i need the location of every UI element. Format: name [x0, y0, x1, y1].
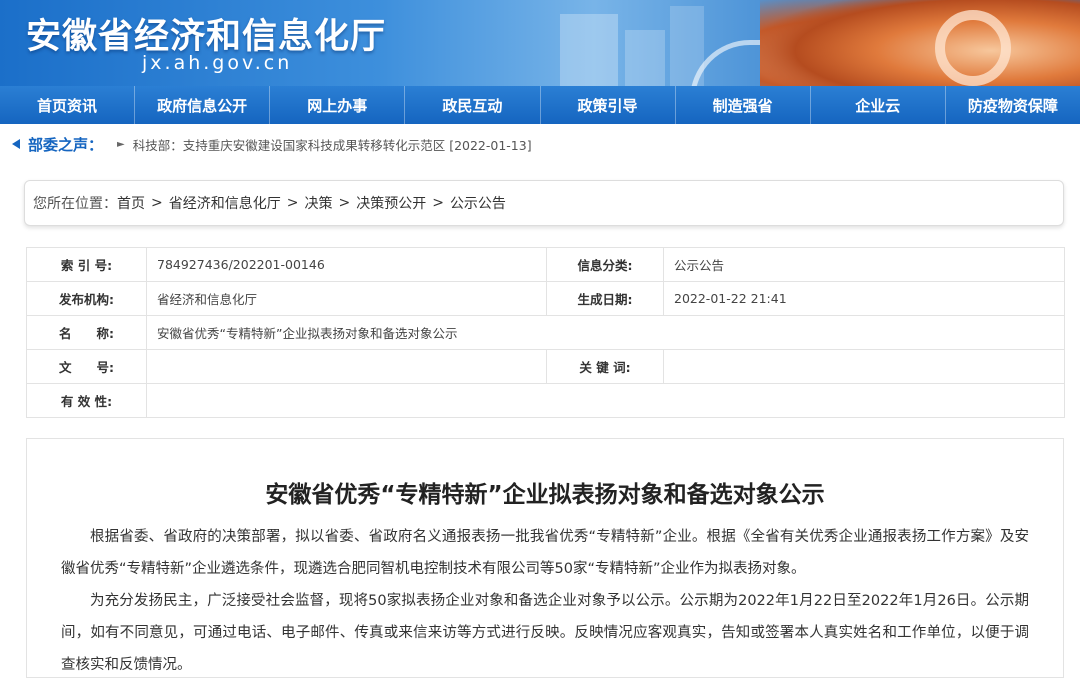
breadcrumb-item-pre-disclosure[interactable]: 决策预公开: [356, 193, 426, 213]
breadcrumb-separator: >: [286, 195, 299, 211]
article-body: 安徽省优秀“专精特新”企业拟表扬对象和备选对象公示 根据省委、省政府的决策部署，…: [26, 438, 1064, 678]
publisher-label: 发布机构:: [26, 281, 147, 316]
date-value: 2022-01-22 21:41: [663, 281, 1065, 316]
nav-item-manufacturing[interactable]: 制造强省: [676, 86, 811, 124]
name-label: 名 称:: [26, 315, 147, 350]
breadcrumb-separator: >: [338, 195, 351, 211]
nav-item-home-news[interactable]: 首页资讯: [0, 86, 136, 124]
publisher-value: 省经济和信息化厅: [146, 281, 547, 316]
validity-label: 有 效 性:: [26, 383, 147, 418]
category-value: 公示公告: [663, 247, 1065, 282]
nav-item-policy[interactable]: 政策引导: [541, 86, 676, 124]
nav-item-interaction[interactable]: 政民互动: [405, 86, 541, 124]
site-banner: 安徽省经济和信息化厅 jx.ah.gov.cn: [0, 0, 1080, 86]
breadcrumb-item-decision[interactable]: 决策: [304, 193, 332, 213]
table-row: 有 效 性:: [26, 383, 1065, 418]
table-row: 发布机构: 省经济和信息化厅 生成日期: 2022-01-22 21:41: [26, 281, 1065, 316]
notice-link[interactable]: 科技部：支持重庆安徽建设国家科技成果转移转化示范区 [2022-01-13]: [133, 135, 532, 154]
coil-ring-graphic: [935, 10, 1011, 86]
nav-item-online-service[interactable]: 网上办事: [270, 86, 406, 124]
index-value: 784927436/202201-00146: [146, 247, 547, 282]
docno-label: 文 号:: [26, 349, 147, 384]
building-graphic: [625, 30, 665, 86]
site-domain: jx.ah.gov.cn: [142, 52, 293, 74]
article-paragraph: 根据省委、省政府的决策部署，拟以省委、省政府名义通报表扬一批我省优秀“专精特新”…: [61, 529, 1029, 577]
table-row: 文 号: 关 键 词:: [26, 349, 1065, 384]
nav-item-gov-info[interactable]: 政府信息公开: [135, 86, 271, 124]
docno-value: [146, 349, 547, 384]
name-value: 安徽省优秀“专精特新”企业拟表扬对象和备选对象公示: [146, 315, 1065, 350]
notice-label: 部委之声：: [28, 135, 104, 154]
breadcrumb-label: 您所在位置：: [33, 196, 117, 212]
steel-coil-graphic: [760, 0, 1080, 86]
article-title: 安徽省优秀“专精特新”企业拟表扬对象和备选对象公示: [265, 482, 825, 508]
table-row: 索 引 号: 784927436/202201-00146 信息分类: 公示公告: [26, 247, 1065, 282]
table-row: 名 称: 安徽省优秀“专精特新”企业拟表扬对象和备选对象公示: [26, 315, 1065, 350]
notice-bar: 部委之声： ► 科技部：支持重庆安徽建设国家科技成果转移转化示范区 [2022-…: [0, 130, 1080, 158]
validity-value: [146, 383, 1065, 418]
breadcrumb-item-announcement[interactable]: 公示公告: [450, 193, 506, 213]
category-label: 信息分类:: [546, 247, 664, 282]
nav-item-epidemic-supplies[interactable]: 防疫物资保障: [946, 86, 1080, 124]
breadcrumb-separator: >: [432, 195, 444, 211]
breadcrumb: 您所在位置： 首页 > 省经济和信息化厅 > 决策 > 决策预公开 > 公示公告: [24, 180, 1064, 226]
nav-item-enterprise-cloud[interactable]: 企业云: [811, 86, 946, 124]
breadcrumb-item-department[interactable]: 省经济和信息化厅: [169, 193, 281, 213]
document-info-table: 索 引 号: 784927436/202201-00146 信息分类: 公示公告…: [26, 247, 1065, 418]
keyword-value: [663, 349, 1065, 384]
article-paragraph: 为充分发扬民主，广泛接受社会监督，现将50家拟表扬企业对象和备选企业对象予以公示…: [61, 593, 1029, 673]
breadcrumb-item-home[interactable]: 首页: [117, 193, 145, 213]
building-graphic: [560, 14, 618, 86]
breadcrumb-separator: >: [151, 195, 163, 211]
speaker-icon: [12, 139, 20, 149]
date-label: 生成日期:: [546, 281, 664, 316]
index-label: 索 引 号:: [26, 247, 147, 282]
arrow-right-icon: ►: [117, 138, 125, 150]
keyword-label: 关 键 词:: [546, 349, 664, 384]
main-nav: 首页资讯 政府信息公开 网上办事 政民互动 政策引导 制造强省 企业云 防疫物资…: [0, 86, 1080, 124]
